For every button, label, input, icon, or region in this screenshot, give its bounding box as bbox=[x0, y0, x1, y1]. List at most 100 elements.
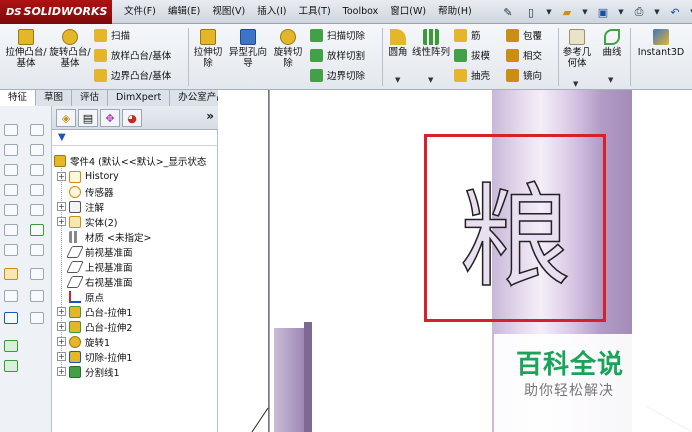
relations-icon[interactable] bbox=[4, 312, 18, 324]
draft-button[interactable]: 拔模 bbox=[454, 48, 490, 62]
grid-icon[interactable] bbox=[30, 244, 44, 256]
pin-icon[interactable]: ✎ bbox=[498, 3, 518, 21]
chevron-down-icon[interactable]: ▼ bbox=[395, 76, 400, 84]
sketch-icon[interactable] bbox=[4, 268, 18, 280]
tree-item-history[interactable]: + History bbox=[57, 169, 119, 184]
tab-dimxpert[interactable]: DimXpert bbox=[108, 90, 171, 106]
undo-icon[interactable]: ↶ bbox=[665, 3, 685, 21]
tree-item-boss-extrude2[interactable]: + 凸台-拉伸2 bbox=[57, 319, 132, 334]
loft-boss-button[interactable]: 放样凸台/基体 bbox=[94, 48, 171, 62]
chevron-down-icon[interactable]: ▼ bbox=[652, 3, 662, 21]
chevron-down-icon[interactable]: ▼ bbox=[688, 3, 692, 21]
feature-tree-tab-icon[interactable]: ◈ bbox=[56, 109, 76, 127]
tab-evaluate[interactable]: 评估 bbox=[72, 90, 109, 106]
tree-item-origin[interactable]: 原点 bbox=[69, 289, 104, 304]
tree-item-solid-bodies[interactable]: + 实体(2) bbox=[57, 214, 117, 229]
expand-toggle[interactable]: + bbox=[57, 172, 66, 181]
extrude-cut-button[interactable]: 拉伸切除 bbox=[190, 26, 226, 69]
expand-toggle[interactable]: + bbox=[57, 217, 66, 226]
revolve-boss-button[interactable]: 旋转凸台/基体 bbox=[48, 26, 92, 69]
tab-sketch[interactable]: 草图 bbox=[36, 90, 73, 106]
instant3d-button[interactable]: Instant3D bbox=[632, 26, 690, 58]
view-cube-icon[interactable] bbox=[4, 144, 18, 156]
tree-item-revolve1[interactable]: + 旋转1 bbox=[57, 334, 110, 349]
menu-help[interactable]: 帮助(H) bbox=[432, 0, 478, 24]
property-manager-tab-icon[interactable]: ▤ bbox=[78, 109, 98, 127]
fillet-button[interactable]: 圆角 bbox=[384, 26, 412, 58]
tree-item-sensors[interactable]: 传感器 bbox=[69, 184, 114, 199]
menu-toolbox[interactable]: Toolbox bbox=[337, 0, 385, 24]
menu-insert[interactable]: 插入(I) bbox=[251, 0, 292, 24]
chevron-down-icon[interactable]: ▼ bbox=[616, 3, 626, 21]
view-cube-icon[interactable] bbox=[4, 244, 18, 256]
lofted-cut-button[interactable]: 放样切割 bbox=[310, 48, 365, 62]
intersect-button[interactable]: 相交 bbox=[506, 48, 542, 62]
sweep-button[interactable]: 扫描 bbox=[94, 28, 130, 42]
grid-icon[interactable] bbox=[30, 224, 44, 236]
chevron-down-icon[interactable]: ▼ bbox=[580, 3, 590, 21]
view-cube-icon[interactable] bbox=[4, 204, 18, 216]
mirror-button[interactable]: 镜向 bbox=[506, 68, 542, 82]
open-folder-icon[interactable]: ▰ bbox=[557, 3, 577, 21]
curves-button[interactable]: 曲线 bbox=[596, 26, 628, 58]
view-cube-icon[interactable] bbox=[4, 184, 18, 196]
reference-geometry-button[interactable]: 参考几何体 bbox=[560, 26, 594, 69]
configuration-tab-icon[interactable]: ✥ bbox=[100, 109, 120, 127]
tree-item-right-plane[interactable]: 右视基准面 bbox=[66, 274, 133, 289]
print-icon[interactable]: ⎙ bbox=[629, 3, 649, 21]
rib-button[interactable]: 筋 bbox=[454, 28, 481, 42]
tree-item-cut-extrude1[interactable]: + 切除-拉伸1 bbox=[57, 349, 132, 364]
expand-toggle[interactable]: + bbox=[57, 307, 66, 316]
boundary-cut-button[interactable]: 边界切除 bbox=[310, 68, 365, 82]
tree-item-material[interactable]: 材质 <未指定> bbox=[69, 229, 151, 244]
tree-item-split-line1[interactable]: + 分割线1 bbox=[57, 364, 120, 379]
shell-button[interactable]: 抽壳 bbox=[454, 68, 490, 82]
tree-item-top-plane[interactable]: 上视基准面 bbox=[66, 259, 133, 274]
expand-toggle[interactable]: + bbox=[57, 322, 66, 331]
view-cube-icon[interactable] bbox=[4, 124, 18, 136]
swept-cut-button[interactable]: 扫描切除 bbox=[310, 28, 365, 42]
part-icon[interactable] bbox=[4, 340, 18, 352]
grid-icon[interactable] bbox=[30, 144, 44, 156]
linear-pattern-button[interactable]: 线性阵列 bbox=[412, 26, 450, 58]
expand-toggle[interactable]: + bbox=[57, 367, 66, 376]
chevron-down-icon[interactable]: ▼ bbox=[544, 3, 554, 21]
save-icon[interactable]: ▣ bbox=[593, 3, 613, 21]
table-icon[interactable] bbox=[30, 124, 44, 136]
tree-item-boss-extrude1[interactable]: + 凸台-拉伸1 bbox=[57, 304, 132, 319]
tree-item-front-plane[interactable]: 前视基准面 bbox=[66, 244, 133, 259]
expand-toggle[interactable]: + bbox=[57, 337, 66, 346]
boundary-boss-button[interactable]: 边界凸台/基体 bbox=[94, 68, 171, 82]
smart-dimension-icon[interactable] bbox=[4, 290, 18, 302]
chevron-down-icon[interactable]: ▼ bbox=[428, 76, 433, 84]
grid-icon[interactable] bbox=[30, 268, 44, 280]
assembly-icon[interactable] bbox=[4, 360, 18, 372]
tree-filter[interactable]: ▼ bbox=[52, 130, 218, 146]
wrap-button[interactable]: 包覆 bbox=[506, 28, 542, 42]
grid-icon[interactable] bbox=[30, 184, 44, 196]
view-cube-icon[interactable] bbox=[4, 164, 18, 176]
expand-toggle[interactable]: + bbox=[57, 202, 66, 211]
revolve-cut-button[interactable]: 旋转切除 bbox=[270, 26, 306, 69]
view-cube-icon[interactable] bbox=[4, 224, 18, 236]
chevron-right-icon[interactable]: » bbox=[206, 109, 214, 123]
tree-root-part[interactable]: 零件4 (默认<<默认>_显示状态 bbox=[54, 153, 206, 168]
tree-item-annotations[interactable]: + 注解 bbox=[57, 199, 104, 214]
grid-icon[interactable] bbox=[30, 290, 44, 302]
new-document-icon[interactable]: ▯ bbox=[521, 3, 541, 21]
hole-wizard-button[interactable]: 异型孔向导 bbox=[228, 26, 268, 69]
grid-icon[interactable] bbox=[30, 312, 44, 324]
display-manager-tab-icon[interactable]: ◕ bbox=[122, 109, 142, 127]
tab-features[interactable]: 特征 bbox=[0, 90, 37, 106]
chevron-down-icon[interactable]: ▼ bbox=[608, 76, 613, 84]
grid-icon[interactable] bbox=[30, 164, 44, 176]
filter-icon[interactable]: ▼ bbox=[58, 132, 66, 143]
menu-tools[interactable]: 工具(T) bbox=[292, 0, 336, 24]
menu-view[interactable]: 视图(V) bbox=[206, 0, 251, 24]
engraved-character[interactable]: 粮 bbox=[427, 137, 603, 319]
expand-toggle[interactable]: + bbox=[57, 352, 66, 361]
grid-icon[interactable] bbox=[30, 204, 44, 216]
solidworks-logo[interactable]: DS SOLIDWORKS bbox=[0, 0, 112, 24]
menu-window[interactable]: 窗口(W) bbox=[384, 0, 432, 24]
extrude-boss-button[interactable]: 拉伸凸台/基体 bbox=[2, 26, 50, 69]
